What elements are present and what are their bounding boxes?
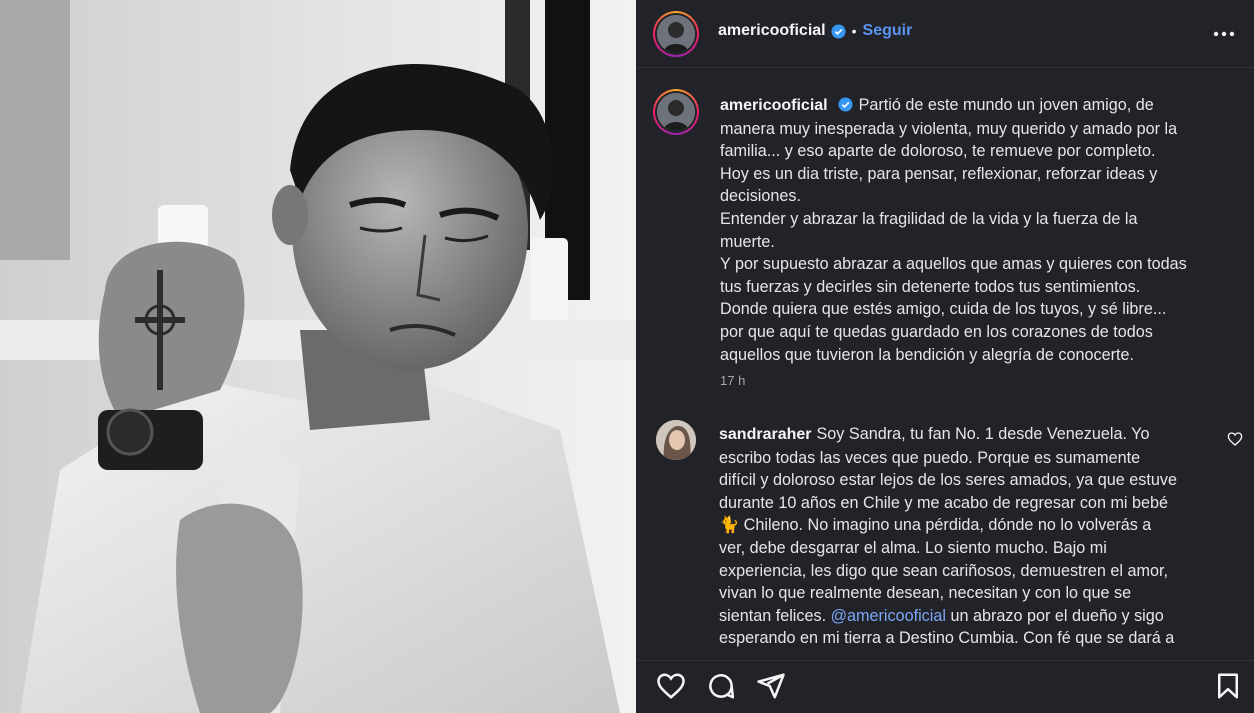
author-username[interactable]: americooficial — [718, 22, 826, 40]
share-icon[interactable] — [756, 671, 786, 701]
author-avatar[interactable] — [653, 11, 699, 57]
comment-line: Soy Sandra, tu fan No. 1 desde Venezuela… — [816, 425, 1150, 443]
caption-line: decisiones. — [720, 187, 801, 206]
post-photo[interactable] — [0, 0, 636, 713]
comment-line: ver, debe desgarrar el alma. Lo siento m… — [719, 538, 1107, 557]
comment-mention-link[interactable]: @americooficial — [831, 607, 946, 625]
commenter-username[interactable]: sandraraher — [719, 426, 812, 443]
instagram-post: americooficial • Seguir americooficial P… — [0, 0, 1254, 713]
caption-line: Entender y abrazar la fragilidad de la v… — [720, 209, 1138, 228]
comment-line: sientan felices. — [719, 606, 827, 625]
caption-line: Donde quiera que estés amigo, cuida de l… — [720, 300, 1167, 319]
caption-line: aquellos que tuvieron la bendición y ale… — [720, 345, 1134, 364]
author-avatar-image — [657, 15, 695, 53]
caption-line: Hoy es un dia triste, para pensar, refle… — [720, 164, 1158, 183]
comment-line: esperando en mi tierra a Destino Cumbia.… — [719, 629, 1175, 648]
comment-line: durante 10 años en Chile y me acabo de r… — [719, 493, 1169, 512]
caption-line: tus fuerzas y decirles sin detenerte tod… — [720, 277, 1141, 296]
comment-line: un abrazo por el dueño y sigo — [945, 606, 1164, 625]
follow-button[interactable]: Seguir — [863, 22, 913, 40]
post-timestamp[interactable]: 17 h — [720, 370, 1230, 393]
caption-author-avatar[interactable] — [653, 89, 699, 135]
comment-like-heart-icon[interactable] — [1227, 431, 1243, 447]
caption-avatar-image — [657, 93, 695, 131]
caption-line: familia... y eso aparte de doloroso, te … — [720, 142, 1156, 161]
caption-line: muerte. — [720, 232, 775, 251]
post-caption: americooficial Partió de este mundo un jo… — [720, 94, 1230, 393]
verified-badge-icon — [831, 23, 846, 39]
post-action-bar — [636, 660, 1254, 713]
header-separator: • — [851, 23, 857, 39]
comment-line: escribo todas las veces que puedo. Porqu… — [719, 448, 1141, 467]
commenter-avatar[interactable] — [656, 420, 696, 460]
bookmark-icon[interactable] — [1213, 671, 1243, 701]
post-photo-illustration — [0, 0, 636, 713]
caption-line: manera muy inesperada y violenta, muy qu… — [720, 119, 1178, 138]
comment-icon[interactable] — [706, 671, 736, 701]
post-side-panel: americooficial • Seguir americooficial P… — [636, 0, 1254, 713]
comment-line: 🐈 Chileno. No imagino una pérdida, dónde… — [719, 516, 1152, 535]
commenter-avatar-image — [656, 420, 696, 460]
comment-line: difícil y doloroso estar lejos de los se… — [719, 471, 1177, 490]
post-header: americooficial • Seguir — [636, 0, 1254, 68]
caption-line: Partió de este mundo un joven amigo, de — [858, 96, 1154, 114]
verified-badge-icon — [838, 97, 853, 112]
heart-icon[interactable] — [656, 671, 686, 701]
comment-line: vivan lo que realmente desean, necesitan… — [719, 584, 1132, 603]
comment-line: experiencia, les digo que sean cariñosos… — [719, 561, 1169, 580]
caption-line: Y por supuesto abrazar a aquellos que am… — [720, 255, 1187, 274]
caption-username[interactable]: americooficial — [720, 97, 828, 114]
more-options-icon[interactable] — [1212, 22, 1236, 46]
caption-line: por que aquí te quedas guardado en los c… — [720, 322, 1153, 341]
comment: sandraraher Soy Sandra, tu fan No. 1 desd… — [719, 423, 1224, 650]
